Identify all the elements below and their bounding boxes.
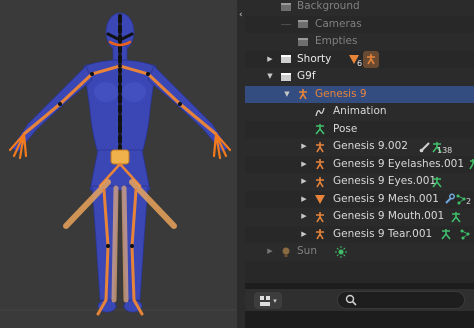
outliner-label: G9f (297, 70, 316, 82)
search-input[interactable] (362, 293, 462, 307)
collection-icon (295, 33, 311, 50)
pose-icon[interactable] (465, 156, 474, 173)
armature-icon (295, 86, 311, 103)
outliner-row-empties[interactable]: Empties (245, 33, 474, 51)
pose-icon[interactable] (438, 226, 454, 243)
armature-icon[interactable] (363, 50, 379, 68)
outliner-row-sun[interactable]: ▶ Sun (245, 243, 474, 261)
viewport-region-edge[interactable] (237, 0, 245, 328)
pose-icon (312, 121, 328, 138)
mesh-icon (312, 191, 328, 208)
collection-icon (278, 0, 294, 15)
display-mode-icon (260, 295, 271, 306)
outliner-row-animation[interactable]: Animation (245, 103, 474, 121)
vertex-group-icon[interactable] (457, 226, 473, 243)
outliner-label: Background (297, 0, 360, 12)
armature-icon (312, 138, 328, 155)
outliner-label: Genesis 9 Eyelashes.001 (333, 157, 465, 170)
child-count: 2 (466, 196, 472, 206)
search-field[interactable] (337, 291, 465, 309)
animation-icon (312, 103, 328, 120)
armature-icon (312, 173, 328, 190)
outliner-row-tear[interactable]: ▶ Genesis 9 Tear.001 (245, 226, 474, 244)
outliner-label: Sun (297, 245, 317, 257)
pose-icon[interactable] (448, 208, 464, 225)
armature-icon (312, 226, 328, 243)
outliner-label: Cameras (315, 17, 362, 30)
outliner-row-background[interactable]: Background (245, 0, 474, 16)
outliner-label: Empties (315, 35, 358, 47)
outliner-label: Genesis 9.002 (333, 140, 408, 152)
chevron-down-icon: ▾ (273, 296, 277, 305)
outliner-row-genesis9002[interactable]: ▶ Genesis 9.002 138 (245, 138, 474, 156)
expand-triangle-icon[interactable]: ▶ (265, 243, 275, 260)
outliner-row-mesh[interactable]: ▶ Genesis 9 Mesh.001 2 (245, 191, 474, 209)
expand-triangle-icon[interactable]: ▶ (299, 191, 309, 208)
display-mode-dropdown[interactable]: ▾ (254, 292, 282, 309)
outliner-row-shorty[interactable]: ▶ Shorty 6 (245, 50, 474, 69)
outliner-label: Animation (333, 105, 387, 117)
figure-render (0, 0, 237, 328)
search-icon (345, 294, 357, 306)
expand-triangle-icon[interactable]: ▶ (299, 208, 309, 225)
expand-triangle-icon[interactable]: ▶ (299, 138, 309, 155)
outliner-row-eyelashes[interactable]: ▶ Genesis 9 Eyelashes.001 (245, 156, 474, 174)
collection-icon (278, 51, 294, 68)
outliner-row-g9f[interactable]: ▼ G9f (245, 68, 474, 86)
3d-viewport[interactable]: ‹ (0, 0, 245, 328)
outliner-label: Genesis 9 Eyes.001 (333, 175, 437, 187)
sun-data-icon (333, 243, 349, 260)
expand-triangle-icon[interactable]: ▶ (299, 173, 309, 190)
light-icon (278, 243, 294, 260)
expand-triangle-icon[interactable]: ▶ (299, 226, 309, 243)
header-bar: ▾ (245, 289, 474, 311)
outliner-label: Genesis 9 (315, 87, 367, 100)
outliner-label: Genesis 9 Tear.001 (333, 227, 433, 240)
outliner-label: Genesis 9 Mouth.001 (333, 210, 445, 222)
region-toggle-icon[interactable]: ‹ (239, 10, 243, 20)
outliner-row-genesis9[interactable]: ▼ Genesis 9 (245, 85, 474, 103)
pose-icon[interactable] (429, 173, 445, 190)
outliner-label: Shorty (297, 52, 332, 65)
outliner-row-pose[interactable]: Pose (245, 121, 474, 139)
outliner-row-mouth[interactable]: ▶ Genesis 9 Mouth.001 (245, 208, 474, 226)
expand-triangle-icon[interactable]: ▶ (265, 51, 275, 68)
outliner-row-eyes[interactable]: ▶ Genesis 9 Eyes.001 (245, 173, 474, 191)
collapse-triangle-icon[interactable]: ▼ (265, 68, 275, 85)
properties-header: ▾ (245, 283, 474, 328)
expand-triangle-icon[interactable]: ▶ (299, 156, 309, 173)
armature-icon (312, 208, 328, 225)
armature-icon (312, 156, 328, 173)
outliner-panel[interactable]: Background Cameras Empties ▶ Shorty 6 ▼ (245, 0, 474, 283)
collection-icon (278, 68, 294, 85)
outliner-label: Pose (333, 122, 358, 135)
collapse-triangle-icon[interactable]: ▼ (282, 86, 292, 103)
collection-icon (295, 16, 311, 33)
outliner-row-cameras[interactable]: Cameras (245, 16, 474, 34)
outliner-label: Genesis 9 Mesh.001 (333, 192, 439, 205)
